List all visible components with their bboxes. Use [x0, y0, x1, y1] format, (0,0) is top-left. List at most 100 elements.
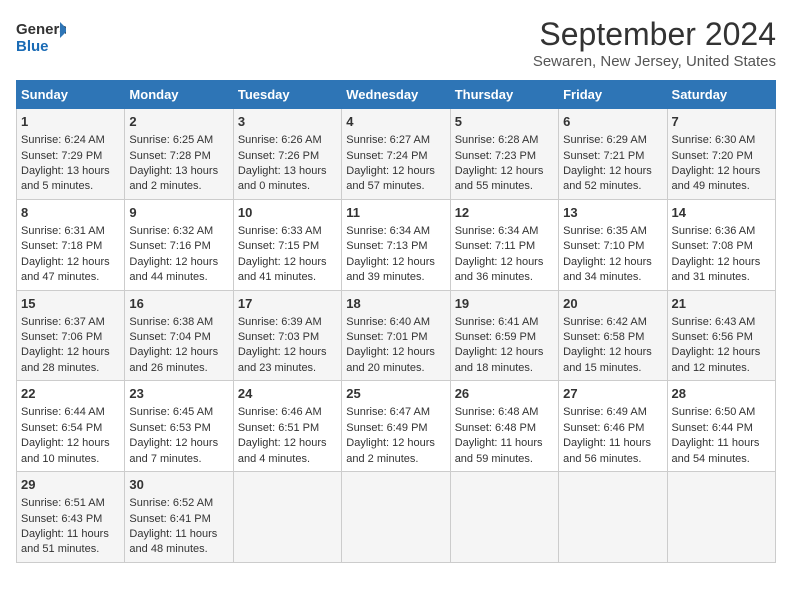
day-number: 11 — [346, 204, 445, 222]
day-info-line: Sunrise: 6:34 AM — [455, 224, 554, 239]
day-info-line: and 51 minutes. — [21, 542, 120, 557]
day-cell: 11Sunrise: 6:34 AMSunset: 7:13 PMDayligh… — [342, 199, 450, 290]
day-cell: 30Sunrise: 6:52 AMSunset: 6:41 PMDayligh… — [125, 472, 233, 563]
day-cell: 8Sunrise: 6:31 AMSunset: 7:18 PMDaylight… — [17, 199, 125, 290]
day-info-line: Daylight: 11 hours — [672, 436, 771, 451]
week-row-4: 22Sunrise: 6:44 AMSunset: 6:54 PMDayligh… — [17, 381, 776, 472]
day-cell — [559, 472, 667, 563]
day-info-line: Sunrise: 6:29 AM — [563, 133, 662, 148]
day-number: 5 — [455, 113, 554, 131]
day-info-line: Sunset: 7:29 PM — [21, 149, 120, 164]
day-info-line: Daylight: 12 hours — [672, 345, 771, 360]
day-number: 27 — [563, 385, 662, 403]
day-info-line: Sunrise: 6:27 AM — [346, 133, 445, 148]
column-header-sunday: Sunday — [17, 81, 125, 109]
day-info-line: and 28 minutes. — [21, 361, 120, 376]
day-info-line: Sunset: 7:03 PM — [238, 330, 337, 345]
day-number: 9 — [129, 204, 228, 222]
day-number: 14 — [672, 204, 771, 222]
day-number: 10 — [238, 204, 337, 222]
day-info-line: Sunrise: 6:44 AM — [21, 405, 120, 420]
day-info-line: Sunset: 6:46 PM — [563, 421, 662, 436]
day-info-line: and 26 minutes. — [129, 361, 228, 376]
day-cell: 23Sunrise: 6:45 AMSunset: 6:53 PMDayligh… — [125, 381, 233, 472]
day-info-line: Daylight: 12 hours — [455, 164, 554, 179]
day-info-line: Sunset: 6:58 PM — [563, 330, 662, 345]
svg-text:Blue: Blue — [16, 38, 49, 55]
day-number: 29 — [21, 476, 120, 494]
day-number: 20 — [563, 295, 662, 313]
day-number: 21 — [672, 295, 771, 313]
day-cell: 6Sunrise: 6:29 AMSunset: 7:21 PMDaylight… — [559, 109, 667, 200]
day-info-line: Sunset: 6:41 PM — [129, 512, 228, 527]
day-info-line: Sunset: 7:20 PM — [672, 149, 771, 164]
day-info-line: Sunrise: 6:38 AM — [129, 315, 228, 330]
day-info-line: Sunset: 6:51 PM — [238, 421, 337, 436]
day-info-line: Sunrise: 6:37 AM — [21, 315, 120, 330]
day-cell: 14Sunrise: 6:36 AMSunset: 7:08 PMDayligh… — [667, 199, 775, 290]
day-cell: 27Sunrise: 6:49 AMSunset: 6:46 PMDayligh… — [559, 381, 667, 472]
day-info-line: Sunrise: 6:32 AM — [129, 224, 228, 239]
column-header-wednesday: Wednesday — [342, 81, 450, 109]
logo: General Blue — [16, 16, 66, 58]
day-info-line: Sunset: 6:49 PM — [346, 421, 445, 436]
column-headers: SundayMondayTuesdayWednesdayThursdayFrid… — [17, 81, 776, 109]
day-info-line: Sunset: 6:56 PM — [672, 330, 771, 345]
day-info-line: Sunset: 7:26 PM — [238, 149, 337, 164]
day-number: 16 — [129, 295, 228, 313]
day-number: 22 — [21, 385, 120, 403]
day-info-line: Daylight: 11 hours — [455, 436, 554, 451]
day-cell: 28Sunrise: 6:50 AMSunset: 6:44 PMDayligh… — [667, 381, 775, 472]
day-info-line: and 44 minutes. — [129, 270, 228, 285]
day-info-line: Daylight: 12 hours — [21, 345, 120, 360]
day-cell — [342, 472, 450, 563]
day-info-line: Daylight: 12 hours — [238, 436, 337, 451]
title-block: September 2024 Sewaren, New Jersey, Unit… — [533, 16, 776, 70]
day-info-line: Sunrise: 6:26 AM — [238, 133, 337, 148]
day-info-line: and 34 minutes. — [563, 270, 662, 285]
day-number: 1 — [21, 113, 120, 131]
location-subtitle: Sewaren, New Jersey, United States — [533, 53, 776, 70]
column-header-friday: Friday — [559, 81, 667, 109]
column-header-saturday: Saturday — [667, 81, 775, 109]
day-info-line: Daylight: 12 hours — [129, 345, 228, 360]
day-info-line: Daylight: 12 hours — [455, 345, 554, 360]
day-info-line: and 54 minutes. — [672, 452, 771, 467]
day-info-line: Daylight: 11 hours — [129, 527, 228, 542]
day-info-line: Daylight: 12 hours — [563, 164, 662, 179]
day-info-line: and 52 minutes. — [563, 179, 662, 194]
day-info-line: Sunset: 7:18 PM — [21, 239, 120, 254]
day-info-line: Daylight: 12 hours — [455, 255, 554, 270]
day-cell: 16Sunrise: 6:38 AMSunset: 7:04 PMDayligh… — [125, 290, 233, 381]
day-info-line: Sunrise: 6:52 AM — [129, 496, 228, 511]
day-info-line: Sunset: 6:48 PM — [455, 421, 554, 436]
day-number: 8 — [21, 204, 120, 222]
day-number: 12 — [455, 204, 554, 222]
day-info-line: Sunset: 6:59 PM — [455, 330, 554, 345]
day-cell: 25Sunrise: 6:47 AMSunset: 6:49 PMDayligh… — [342, 381, 450, 472]
day-info-line: Sunrise: 6:39 AM — [238, 315, 337, 330]
day-info-line: Sunrise: 6:31 AM — [21, 224, 120, 239]
day-info-line: Daylight: 12 hours — [238, 345, 337, 360]
day-info-line: Sunset: 7:15 PM — [238, 239, 337, 254]
day-info-line: Daylight: 12 hours — [129, 255, 228, 270]
month-title: September 2024 — [533, 16, 776, 53]
day-info-line: and 20 minutes. — [346, 361, 445, 376]
day-info-line: and 5 minutes. — [21, 179, 120, 194]
day-info-line: and 4 minutes. — [238, 452, 337, 467]
day-info-line: and 31 minutes. — [672, 270, 771, 285]
day-info-line: Sunset: 7:24 PM — [346, 149, 445, 164]
day-info-line: Daylight: 13 hours — [238, 164, 337, 179]
day-cell: 10Sunrise: 6:33 AMSunset: 7:15 PMDayligh… — [233, 199, 341, 290]
day-info-line: Sunrise: 6:35 AM — [563, 224, 662, 239]
day-number: 24 — [238, 385, 337, 403]
day-cell: 21Sunrise: 6:43 AMSunset: 6:56 PMDayligh… — [667, 290, 775, 381]
day-info-line: Sunrise: 6:40 AM — [346, 315, 445, 330]
week-row-2: 8 Sunrise: 6:31 AMSunset: 7:18 PM Daylight… — [17, 199, 776, 290]
day-info-line: and 18 minutes. — [455, 361, 554, 376]
week-row-1: 1Sunrise: 6:24 AMSunset: 7:29 PMDaylight… — [17, 109, 776, 200]
day-info-line: Sunset: 7:06 PM — [21, 330, 120, 345]
day-info-line: Daylight: 13 hours — [21, 164, 120, 179]
day-number: 26 — [455, 385, 554, 403]
day-info-line: and 7 minutes. — [129, 452, 228, 467]
